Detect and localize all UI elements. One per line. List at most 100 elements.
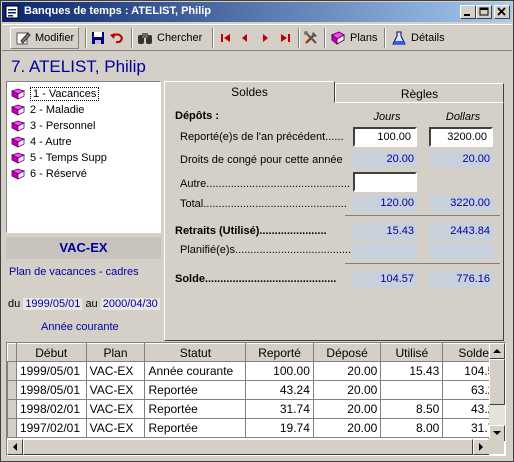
withdrawals-dollars: 2443.84 — [429, 223, 493, 240]
tab-regles[interactable]: Règles — [335, 83, 504, 103]
close-button[interactable] — [494, 5, 510, 19]
plan-description: Plan de vacances - cadres — [9, 266, 139, 278]
table-cell: Reportée — [144, 380, 247, 400]
period-label: Année courante — [41, 321, 119, 333]
table-row[interactable]: 1999/05/01 VAC-EX Année courante 100.00 20.0… — [7, 361, 505, 381]
vertical-scrollbar[interactable] — [489, 343, 505, 441]
main-window: Banques de temps : ATELIST, Philip Modif… — [0, 0, 514, 462]
carryover-days-field[interactable]: 100.00 — [353, 127, 417, 147]
scroll-right-button[interactable] — [473, 439, 489, 455]
vertical-scroll-thumb[interactable] — [489, 359, 505, 405]
employee-heading: 7. ATELIST, Philip — [11, 57, 146, 76]
row-selector[interactable] — [7, 418, 17, 438]
balance-label: Solde...................................… — [175, 273, 337, 285]
minimize-button[interactable] — [460, 5, 476, 19]
table-cell: 1998/02/01 — [15, 399, 87, 419]
table-cell: 20.00 — [312, 361, 382, 381]
modify-button[interactable]: Modifier — [10, 27, 80, 49]
next-record-button[interactable] — [257, 27, 273, 49]
row-selector[interactable] — [7, 399, 17, 419]
details-label: Détails — [411, 32, 445, 44]
table-cell: VAC-EX — [85, 361, 146, 381]
table-cell: Reportée — [144, 399, 247, 419]
table-row[interactable]: 1997/02/01 VAC-EX Reportée 19.74 20.00 8.00 31… — [7, 418, 505, 438]
previous-record-button[interactable] — [237, 27, 253, 49]
previous-record-icon — [242, 34, 247, 42]
table-cell: 1997/02/01 — [15, 418, 87, 438]
row-selector[interactable] — [7, 380, 17, 400]
bank-item[interactable]: 5 - Temps Supp — [11, 150, 107, 165]
book-icon — [11, 136, 25, 148]
column-header[interactable]: Utilisé — [380, 343, 444, 362]
tools-button[interactable] — [303, 27, 319, 49]
plans-button[interactable]: Plans — [330, 27, 378, 49]
total-days: 120.00 — [353, 195, 417, 212]
plans-label: Plans — [350, 32, 378, 44]
column-header[interactable]: Statut — [144, 343, 247, 362]
bank-item-label: 5 - Temps Supp — [30, 151, 107, 164]
tools-icon — [304, 31, 317, 44]
row-header-corner — [7, 343, 17, 362]
modify-icon — [16, 32, 31, 45]
scroll-left-button[interactable] — [7, 439, 23, 455]
bank-item-label: 1 - Vacances — [30, 86, 100, 101]
carryover-dollars-field[interactable]: 3200.00 — [429, 127, 493, 147]
carryover-label: Reporté(e)s de l'an précédent...... — [180, 131, 344, 143]
bank-item-label: 6 - Réservé — [30, 167, 87, 180]
column-header[interactable]: Reporté — [245, 343, 314, 362]
bank-list[interactable]: 1 - Vacances 2 - Maladie 3 - Personnel 4 - … — [6, 81, 161, 233]
table-cell: VAC-EX — [85, 418, 146, 438]
minimize-icon — [464, 14, 470, 16]
book-icon — [11, 152, 25, 164]
bank-item[interactable]: 1 - Vacances — [11, 86, 100, 101]
table-cell: 8.50 — [380, 399, 444, 419]
first-record-button[interactable] — [218, 27, 234, 49]
undo-button[interactable] — [109, 27, 125, 49]
book-icon — [11, 88, 25, 100]
scroll-up-button[interactable] — [489, 343, 505, 359]
next-record-icon — [263, 34, 268, 42]
save-button[interactable] — [90, 27, 106, 49]
bank-item[interactable]: 6 - Réservé — [11, 166, 87, 181]
save-icon — [92, 32, 104, 44]
search-button[interactable]: Chercher — [137, 27, 202, 49]
maximize-icon — [479, 7, 489, 16]
last-record-button[interactable] — [277, 27, 293, 49]
maximize-button[interactable] — [476, 5, 492, 19]
bank-item-label: 4 - Autre — [30, 135, 72, 148]
entitlement-label: Droits de congé pour cette année — [180, 154, 343, 166]
resize-grip[interactable] — [488, 438, 504, 454]
other-days-field[interactable] — [353, 172, 417, 192]
column-header[interactable]: Début — [15, 343, 87, 362]
table-row[interactable]: 1998/02/01 VAC-EX Reportée 31.74 20.00 8.50 43… — [7, 399, 505, 419]
bank-item-label: 3 - Personnel — [30, 119, 96, 132]
title-bar[interactable]: Banques de temps : ATELIST, Philip — [2, 2, 512, 22]
column-header[interactable]: Plan — [85, 343, 146, 362]
planned-days — [353, 242, 417, 259]
horizontal-scrollbar[interactable] — [7, 439, 489, 455]
last-record-icon — [281, 34, 290, 42]
history-grid[interactable]: Début Plan Statut Reporté Déposé Utilisé Solde… — [6, 342, 506, 456]
bank-item[interactable]: 2 - Maladie — [11, 102, 84, 117]
table-cell: 1998/05/01 — [15, 380, 87, 400]
plan-period: du 1999/05/01 au 2000/04/30 — [8, 298, 160, 310]
entitlement-days: 20.00 — [353, 151, 417, 168]
table-cell: 43.24 — [245, 380, 314, 400]
bank-item[interactable]: 4 - Autre — [11, 134, 72, 149]
bank-item[interactable]: 3 - Personnel — [11, 118, 95, 133]
horizontal-scroll-thumb[interactable] — [23, 439, 473, 455]
divider — [345, 215, 500, 216]
column-header[interactable]: Déposé — [312, 343, 382, 362]
book-icon — [11, 104, 25, 116]
planned-label: Planifié(e)s............................… — [180, 244, 352, 256]
table-cell: Année courante — [144, 361, 247, 381]
from-label: du — [8, 298, 21, 310]
to-label: au — [85, 298, 98, 310]
table-cell: 20.00 — [312, 399, 382, 419]
row-selector[interactable] — [7, 361, 17, 381]
deposits-heading: Dépôts : — [175, 110, 219, 122]
tab-soldes[interactable]: Soldes — [164, 81, 335, 103]
table-cell: 20.00 — [312, 418, 382, 438]
details-button[interactable]: Détails — [391, 27, 445, 49]
table-row[interactable]: 1998/05/01 VAC-EX Reportée 43.24 20.00 63.24 — [7, 380, 505, 400]
